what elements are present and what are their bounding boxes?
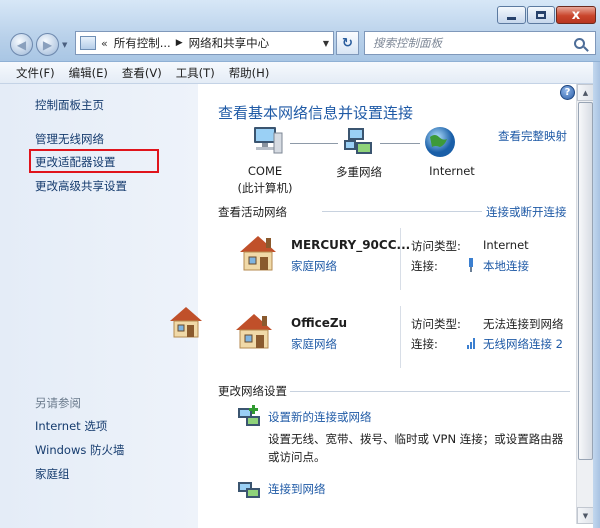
scroll-up-icon[interactable]: ▲ [577, 84, 594, 101]
view-full-map-link[interactable]: 查看完整映射 [498, 128, 567, 144]
minimize-button[interactable] [497, 6, 526, 24]
column-divider [400, 306, 401, 368]
menu-edit[interactable]: 编辑(E) [62, 65, 115, 81]
access-type-label: 访问类型: [411, 317, 461, 331]
breadcrumb-control-panel[interactable]: 所有控制... [114, 35, 171, 51]
sidebar-item-manage-wireless[interactable]: 管理无线网络 [35, 131, 104, 147]
connect-to-network-link[interactable]: 连接到网络 [268, 481, 326, 497]
unidentified-home-icon [170, 307, 202, 338]
access-type-value: 无法连接到网络 [483, 317, 564, 331]
recent-pages-dropdown[interactable]: ▼ [62, 41, 67, 49]
active-networks-title: 查看活动网络 [218, 205, 287, 219]
wireless-signal-icon [467, 338, 475, 349]
ethernet-icon [469, 258, 473, 272]
local-connection-link[interactable]: 本地连接 [483, 258, 529, 274]
setup-connection-description: 设置无线、宽带、拨号、临时或 VPN 连接；或设置路由器或访问点。 [268, 432, 564, 464]
breadcrumb-network-sharing-center[interactable]: 网络和共享中心 [189, 35, 270, 51]
setup-connection-link[interactable]: 设置新的连接或网络 [268, 409, 372, 425]
change-settings-title: 更改网络设置 [218, 384, 287, 398]
refresh-button[interactable]: ↻ [336, 31, 359, 55]
connect-network-icon [238, 482, 260, 498]
computer-name-label: COME [247, 164, 283, 178]
sidebar-item-homegroup[interactable]: 家庭组 [35, 466, 70, 482]
menu-tools[interactable]: 工具(T) [169, 65, 222, 81]
sidebar-item-advanced-sharing[interactable]: 更改高级共享设置 [35, 178, 127, 194]
section-divider [322, 211, 482, 212]
search-icon[interactable] [574, 37, 585, 49]
forward-arrow-icon: ▶ [42, 37, 53, 52]
sidebar-item-internet-options[interactable]: Internet 选项 [35, 418, 107, 434]
computer-sub-label: (此计算机) [237, 181, 293, 195]
connections-label: 连接: [411, 259, 438, 273]
multiple-networks-icon [344, 128, 372, 154]
map-link-line [290, 143, 338, 144]
multiple-networks-label: 多重网络 [336, 165, 382, 179]
help-button[interactable]: ? [560, 85, 575, 100]
scroll-thumb[interactable] [578, 102, 593, 460]
maximize-icon [536, 11, 546, 19]
address-overflow-chevron[interactable]: « [101, 37, 108, 50]
page-title: 查看基本网络信息并设置连接 [218, 104, 414, 122]
back-button[interactable]: ◀ [10, 33, 33, 56]
see-also-heading: 另请参阅 [35, 396, 81, 410]
menu-file[interactable]: 文件(F) [9, 65, 62, 81]
menu-bar: 文件(F) 编辑(E) 查看(V) 工具(T) 帮助(H) [0, 62, 600, 84]
map-link-line [380, 143, 420, 144]
access-type-value: Internet [483, 238, 529, 252]
maximize-button[interactable] [527, 6, 555, 24]
breadcrumb-separator-icon[interactable]: ▶ [176, 38, 183, 48]
column-divider [400, 228, 401, 290]
new-connection-icon [238, 405, 260, 426]
sidebar-item-windows-firewall[interactable]: Windows 防火墙 [35, 442, 125, 458]
back-arrow-icon: ◀ [16, 37, 27, 52]
wireless-connection-link[interactable]: 无线网络连接 2 [483, 336, 563, 352]
menu-view[interactable]: 查看(V) [115, 65, 169, 81]
search-input[interactable]: 搜索控制面板 [364, 31, 596, 55]
menu-help[interactable]: 帮助(H) [222, 65, 277, 81]
connect-disconnect-link[interactable]: 连接或断开连接 [486, 204, 567, 220]
address-dropdown-icon[interactable]: ▼ [323, 39, 329, 48]
network-type-link[interactable]: 家庭网络 [291, 336, 337, 352]
connections-label: 连接: [411, 337, 438, 351]
address-bar[interactable]: « 所有控制... ▶ 网络和共享中心 ▼ [75, 31, 334, 55]
minimize-icon [507, 16, 516, 20]
network-name: OfficeZu [291, 316, 348, 330]
internet-label: Internet [429, 164, 475, 178]
sidebar-item-change-adapter-settings[interactable]: 更改适配器设置 [35, 154, 116, 170]
network-type-link[interactable]: 家庭网络 [291, 258, 337, 274]
computer-icon [254, 127, 283, 154]
section-divider [290, 391, 570, 392]
access-type-label: 访问类型: [411, 239, 461, 253]
sidebar-item-control-panel-home[interactable]: 控制面板主页 [35, 97, 104, 113]
window-frame [593, 62, 600, 528]
vertical-scrollbar[interactable]: ▲ ▼ [576, 84, 594, 524]
scroll-down-icon[interactable]: ▼ [577, 507, 594, 524]
control-panel-icon [80, 36, 96, 50]
help-icon: ? [564, 87, 571, 98]
close-icon: x [571, 7, 581, 23]
internet-globe-icon [425, 127, 455, 157]
network-name: MERCURY_90CC... [291, 238, 411, 252]
forward-button[interactable]: ▶ [36, 33, 59, 56]
home-network-icon [240, 236, 276, 271]
search-placeholder: 搜索控制面板 [373, 36, 442, 50]
home-network-icon [236, 314, 272, 349]
close-button[interactable]: x [556, 6, 596, 24]
refresh-icon: ↻ [342, 35, 353, 51]
